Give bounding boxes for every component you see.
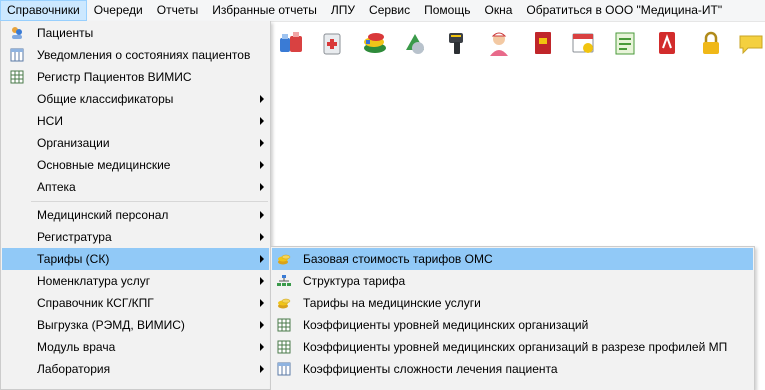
- pdf-icon[interactable]: [652, 28, 682, 58]
- menu-item-label: НСИ: [37, 114, 63, 128]
- lock-icon[interactable]: [696, 28, 726, 58]
- table-icon: [277, 362, 291, 376]
- menu-item-patients[interactable]: Пациенты: [2, 22, 269, 44]
- menu-item-label: Уведомления о состояниях пациентов: [37, 48, 251, 62]
- menu-item-pharmacy[interactable]: Аптека: [2, 176, 269, 198]
- submenu-item-mo-level-coefficients-by-profile[interactable]: Коэффициенты уровней медицинских организ…: [272, 336, 753, 358]
- menu-contact-vendor[interactable]: Обратиться в ООО "Медицина-ИТ": [519, 0, 729, 21]
- submenu-arrow-icon: [260, 365, 264, 373]
- submenu-item-tariff-structure[interactable]: Структура тарифа: [272, 270, 753, 292]
- medical-kit-icon[interactable]: [318, 28, 348, 58]
- notepad-icon[interactable]: [610, 28, 640, 58]
- grid-icon: [277, 318, 291, 332]
- toolbar: [272, 22, 765, 64]
- grid-icon: [277, 340, 291, 354]
- hierarchy-icon: [277, 275, 291, 286]
- chat-icon[interactable]: [736, 28, 765, 58]
- barcode-scanner-icon[interactable]: [442, 28, 472, 58]
- submenu-arrow-icon: [260, 233, 264, 241]
- menu-item-medical-staff[interactable]: Медицинский персонал: [2, 204, 269, 226]
- menu-item-registry[interactable]: Регистратура: [2, 226, 269, 248]
- menu-item-tariffs[interactable]: Тарифы (СК): [2, 248, 269, 270]
- menu-item-organizations[interactable]: Организации: [2, 132, 269, 154]
- menu-item-label: Лаборатория: [37, 362, 111, 376]
- menu-lpu[interactable]: ЛПУ: [324, 0, 362, 21]
- menu-otchety[interactable]: Отчеты: [150, 0, 205, 21]
- submenu-item-label: Структура тарифа: [303, 274, 406, 288]
- submenu-item-label: Базовая стоимость тарифов ОМС: [303, 252, 493, 266]
- grid-icon: [10, 70, 24, 84]
- menu-spravochniki[interactable]: Справочники: [0, 0, 87, 21]
- submenu-arrow-icon: [260, 139, 264, 147]
- menu-item-export-remd-vimis[interactable]: Выгрузка (РЭМД, ВИМИС): [2, 314, 269, 336]
- submenu-arrow-icon: [260, 95, 264, 103]
- submenu-arrow-icon: [260, 277, 264, 285]
- menu-okna[interactable]: Окна: [477, 0, 519, 21]
- submenu-item-mo-level-coefficients[interactable]: Коэффициенты уровней медицинских организ…: [272, 314, 753, 336]
- submenu-arrow-icon: [260, 161, 264, 169]
- menu-item-label: Аптека: [37, 180, 76, 194]
- menu-item-label: Справочник КСГ/КПГ: [37, 296, 154, 310]
- submenu-arrow-icon: [260, 343, 264, 351]
- menu-ocheredi[interactable]: Очереди: [87, 0, 150, 21]
- pills-stack-icon[interactable]: [360, 28, 390, 58]
- menu-item-label: Тарифы (СК): [37, 252, 110, 266]
- menu-item-main-medical[interactable]: Основные медицинские: [2, 154, 269, 176]
- submenu-item-label: Коэффициенты уровней медицинских организ…: [303, 340, 728, 354]
- calendar-icon[interactable]: [568, 28, 598, 58]
- menu-separator: [31, 201, 268, 202]
- menu-item-label: Регистратура: [37, 230, 112, 244]
- submenu-item-base-cost-oms[interactable]: Базовая стоимость тарифов ОМС: [272, 248, 753, 270]
- menu-item-doctor-module[interactable]: Модуль врача: [2, 336, 269, 358]
- menu-item-label: Общие классификаторы: [37, 92, 174, 106]
- submenu-item-treatment-complexity-coefficients[interactable]: Коэффициенты сложности лечения пациента: [272, 358, 753, 380]
- menu-pomosch[interactable]: Помощь: [417, 0, 477, 21]
- menu-bar: Справочники Очереди Отчеты Избранные отч…: [0, 0, 765, 22]
- spravochniki-dropdown: Пациенты Уведомления о состояниях пациен…: [0, 21, 271, 390]
- menu-servis[interactable]: Сервис: [362, 0, 417, 21]
- coins-icon: [278, 254, 291, 265]
- menu-item-laboratory[interactable]: Лаборатория: [2, 358, 269, 380]
- medicines-icon[interactable]: [276, 28, 306, 58]
- menu-item-patient-notifications[interactable]: Уведомления о состояниях пациентов: [2, 44, 269, 66]
- menu-item-label: Пациенты: [37, 26, 94, 40]
- menu-item-nsi[interactable]: НСИ: [2, 110, 269, 132]
- menu-item-label: Модуль врача: [37, 340, 116, 354]
- menu-item-label: Регистр Пациентов ВИМИС: [37, 70, 192, 84]
- menu-item-service-nomenclature[interactable]: Номенклатура услуг: [2, 270, 269, 292]
- submenu-arrow-icon: [260, 183, 264, 191]
- submenu-arrow-icon: [260, 321, 264, 329]
- submenu-item-label: Коэффициенты уровней медицинских организ…: [303, 318, 589, 332]
- menu-item-label: Медицинский персонал: [37, 208, 169, 222]
- menu-item-label: Номенклатура услуг: [37, 274, 151, 288]
- nurse-icon[interactable]: [484, 28, 514, 58]
- submenu-arrow-icon: [260, 211, 264, 219]
- submenu-item-label: Коэффициенты сложности лечения пациента: [303, 362, 558, 376]
- menu-item-vimis-register[interactable]: Регистр Пациентов ВИМИС: [2, 66, 269, 88]
- patients-icon: [12, 27, 22, 39]
- red-book-icon[interactable]: [528, 28, 558, 58]
- capsule-icon[interactable]: [400, 28, 430, 58]
- table-icon: [10, 48, 24, 62]
- tariffs-submenu: Базовая стоимость тарифов ОМС Структура …: [270, 246, 755, 390]
- menu-item-ksg-kpg[interactable]: Справочник КСГ/КПГ: [2, 292, 269, 314]
- submenu-arrow-icon: [260, 299, 264, 307]
- menu-item-label: Основные медицинские: [37, 158, 171, 172]
- submenu-arrow-icon: [260, 117, 264, 125]
- submenu-item-label: Тарифы на медицинские услуги: [303, 296, 481, 310]
- menu-item-label: Выгрузка (РЭМД, ВИМИС): [37, 318, 185, 332]
- menu-item-general-classifiers[interactable]: Общие классификаторы: [2, 88, 269, 110]
- coins-icon: [278, 298, 291, 309]
- menu-item-label: Организации: [37, 136, 110, 150]
- menu-izbrannye-otchety[interactable]: Избранные отчеты: [205, 0, 324, 21]
- submenu-item-medical-service-tariffs[interactable]: Тарифы на медицинские услуги: [272, 292, 753, 314]
- submenu-arrow-icon: [260, 255, 264, 263]
